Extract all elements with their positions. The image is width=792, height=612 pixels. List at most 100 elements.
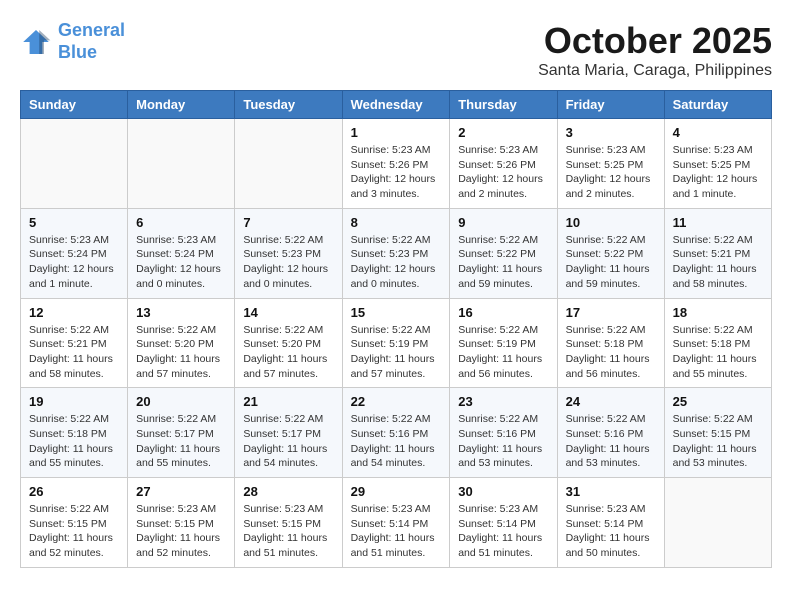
weekday-header-sunday: Sunday [21,91,128,119]
day-number: 8 [351,215,442,230]
day-number: 13 [136,305,226,320]
calendar-cell: 23 Sunrise: 5:22 AM Sunset: 5:16 PM Dayli… [450,388,557,478]
weekday-header-saturday: Saturday [664,91,771,119]
calendar-week-row: 5 Sunrise: 5:23 AM Sunset: 5:24 PM Daylig… [21,208,772,298]
logo-line2: Blue [58,42,125,64]
day-info: Sunrise: 5:22 AM Sunset: 5:19 PM Dayligh… [458,323,548,382]
weekday-header-friday: Friday [557,91,664,119]
calendar-cell [664,478,771,568]
day-info: Sunrise: 5:23 AM Sunset: 5:26 PM Dayligh… [458,143,548,202]
day-info: Sunrise: 5:22 AM Sunset: 5:20 PM Dayligh… [243,323,333,382]
calendar-cell: 13 Sunrise: 5:22 AM Sunset: 5:20 PM Dayli… [128,298,235,388]
day-number: 5 [29,215,119,230]
day-number: 11 [673,215,763,230]
weekday-header-wednesday: Wednesday [342,91,450,119]
day-info: Sunrise: 5:22 AM Sunset: 5:20 PM Dayligh… [136,323,226,382]
calendar-cell: 4 Sunrise: 5:23 AM Sunset: 5:25 PM Daylig… [664,119,771,209]
day-number: 12 [29,305,119,320]
calendar-cell: 7 Sunrise: 5:22 AM Sunset: 5:23 PM Daylig… [235,208,342,298]
calendar-cell: 30Sunrise: 5:23 AM Sunset: 5:14 PM Dayli… [450,478,557,568]
calendar-cell: 28 Sunrise: 5:23 AM Sunset: 5:15 PM Dayli… [235,478,342,568]
day-info: Sunrise: 5:23 AM Sunset: 5:24 PM Dayligh… [29,233,119,292]
calendar-cell: 26 Sunrise: 5:22 AM Sunset: 5:15 PM Dayli… [21,478,128,568]
location-subtitle: Santa Maria, Caraga, Philippines [538,62,772,80]
day-number: 26 [29,484,119,499]
weekday-header-monday: Monday [128,91,235,119]
day-info: Sunrise: 5:22 AM Sunset: 5:16 PM Dayligh… [566,412,656,471]
day-info: Sunrise: 5:23 AM Sunset: 5:26 PM Dayligh… [351,143,442,202]
day-number: 9 [458,215,548,230]
day-info: Sunrise: 5:22 AM Sunset: 5:22 PM Dayligh… [566,233,656,292]
calendar-cell: 18 Sunrise: 5:22 AM Sunset: 5:18 PM Dayli… [664,298,771,388]
day-info: Sunrise: 5:22 AM Sunset: 5:23 PM Dayligh… [351,233,442,292]
calendar-body: 1 Sunrise: 5:23 AM Sunset: 5:26 PM Daylig… [21,119,772,568]
day-info: Sunrise: 5:22 AM Sunset: 5:19 PM Dayligh… [351,323,442,382]
calendar-week-row: 19Sunrise: 5:22 AM Sunset: 5:18 PM Dayli… [21,388,772,478]
calendar-table: SundayMondayTuesdayWednesdayThursdayFrid… [20,90,772,568]
day-number: 25 [673,394,763,409]
day-info: Sunrise: 5:22 AM Sunset: 5:15 PM Dayligh… [673,412,763,471]
day-number: 7 [243,215,333,230]
day-info: Sunrise: 5:23 AM Sunset: 5:25 PM Dayligh… [673,143,763,202]
day-number: 2 [458,125,548,140]
day-number: 14 [243,305,333,320]
weekday-header-row: SundayMondayTuesdayWednesdayThursdayFrid… [21,91,772,119]
day-number: 4 [673,125,763,140]
calendar-cell: 6 Sunrise: 5:23 AM Sunset: 5:24 PM Daylig… [128,208,235,298]
day-info: Sunrise: 5:23 AM Sunset: 5:15 PM Dayligh… [243,502,333,561]
day-number: 1 [351,125,442,140]
day-number: 10 [566,215,656,230]
day-info: Sunrise: 5:22 AM Sunset: 5:18 PM Dayligh… [566,323,656,382]
day-number: 19 [29,394,119,409]
logo: General Blue [20,20,125,63]
day-info: Sunrise: 5:22 AM Sunset: 5:15 PM Dayligh… [29,502,119,561]
day-number: 27 [136,484,226,499]
calendar-cell: 2 Sunrise: 5:23 AM Sunset: 5:26 PM Daylig… [450,119,557,209]
calendar-cell: 27Sunrise: 5:23 AM Sunset: 5:15 PM Dayli… [128,478,235,568]
calendar-week-row: 26 Sunrise: 5:22 AM Sunset: 5:15 PM Dayli… [21,478,772,568]
day-info: Sunrise: 5:22 AM Sunset: 5:17 PM Dayligh… [243,412,333,471]
day-number: 3 [566,125,656,140]
calendar-cell: 17Sunrise: 5:22 AM Sunset: 5:18 PM Dayli… [557,298,664,388]
day-number: 24 [566,394,656,409]
day-info: Sunrise: 5:23 AM Sunset: 5:14 PM Dayligh… [351,502,442,561]
day-info: Sunrise: 5:22 AM Sunset: 5:17 PM Dayligh… [136,412,226,471]
calendar-cell: 29 Sunrise: 5:23 AM Sunset: 5:14 PM Dayli… [342,478,450,568]
calendar-week-row: 12 Sunrise: 5:22 AM Sunset: 5:21 PM Dayli… [21,298,772,388]
page-header: General Blue October 2025 Santa Maria, C… [20,20,772,80]
day-info: Sunrise: 5:22 AM Sunset: 5:16 PM Dayligh… [458,412,548,471]
day-info: Sunrise: 5:23 AM Sunset: 5:24 PM Dayligh… [136,233,226,292]
calendar-cell: 11 Sunrise: 5:22 AM Sunset: 5:21 PM Dayli… [664,208,771,298]
day-number: 28 [243,484,333,499]
calendar-week-row: 1 Sunrise: 5:23 AM Sunset: 5:26 PM Daylig… [21,119,772,209]
day-number: 21 [243,394,333,409]
calendar-cell: 14 Sunrise: 5:22 AM Sunset: 5:20 PM Dayli… [235,298,342,388]
logo-icon [20,26,52,58]
calendar-cell: 19Sunrise: 5:22 AM Sunset: 5:18 PM Dayli… [21,388,128,478]
calendar-cell: 22Sunrise: 5:22 AM Sunset: 5:16 PM Dayli… [342,388,450,478]
calendar-cell: 25 Sunrise: 5:22 AM Sunset: 5:15 PM Dayli… [664,388,771,478]
calendar-cell: 1 Sunrise: 5:23 AM Sunset: 5:26 PM Daylig… [342,119,450,209]
calendar-cell: 21 Sunrise: 5:22 AM Sunset: 5:17 PM Dayli… [235,388,342,478]
day-number: 23 [458,394,548,409]
day-number: 29 [351,484,442,499]
day-number: 6 [136,215,226,230]
month-title: October 2025 [538,20,772,62]
day-info: Sunrise: 5:22 AM Sunset: 5:21 PM Dayligh… [673,233,763,292]
calendar-cell [21,119,128,209]
day-info: Sunrise: 5:22 AM Sunset: 5:23 PM Dayligh… [243,233,333,292]
calendar-cell: 24 Sunrise: 5:22 AM Sunset: 5:16 PM Dayli… [557,388,664,478]
day-info: Sunrise: 5:22 AM Sunset: 5:18 PM Dayligh… [673,323,763,382]
day-number: 30 [458,484,548,499]
title-block: October 2025 Santa Maria, Caraga, Philip… [538,20,772,80]
day-info: Sunrise: 5:22 AM Sunset: 5:22 PM Dayligh… [458,233,548,292]
calendar-cell: 16Sunrise: 5:22 AM Sunset: 5:19 PM Dayli… [450,298,557,388]
day-info: Sunrise: 5:22 AM Sunset: 5:21 PM Dayligh… [29,323,119,382]
day-number: 15 [351,305,442,320]
calendar-cell: 3Sunrise: 5:23 AM Sunset: 5:25 PM Daylig… [557,119,664,209]
calendar-cell: 8 Sunrise: 5:22 AM Sunset: 5:23 PM Daylig… [342,208,450,298]
day-number: 18 [673,305,763,320]
day-number: 31 [566,484,656,499]
calendar-cell: 31Sunrise: 5:23 AM Sunset: 5:14 PM Dayli… [557,478,664,568]
calendar-cell: 15 Sunrise: 5:22 AM Sunset: 5:19 PM Dayli… [342,298,450,388]
